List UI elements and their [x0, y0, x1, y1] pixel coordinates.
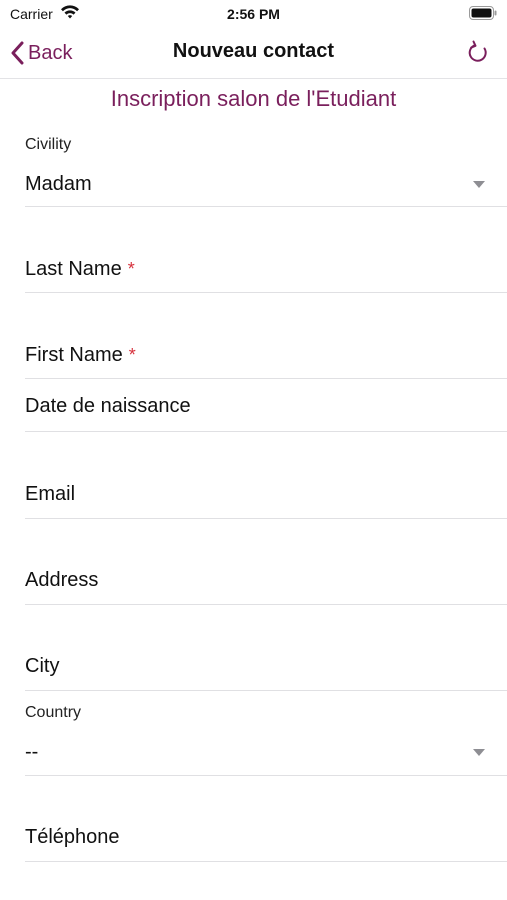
- refresh-icon[interactable]: [465, 40, 491, 66]
- required-marker: *: [127, 259, 135, 279]
- civility-label: Civility: [25, 136, 72, 153]
- birth-date-field[interactable]: Date de naissance: [25, 379, 507, 432]
- city-placeholder: City: [25, 655, 60, 677]
- clock-label: 2:56 PM: [227, 6, 280, 22]
- country-select[interactable]: Country --: [25, 691, 507, 776]
- phone-field[interactable]: Téléphone: [25, 776, 507, 862]
- form-header: Inscription salon de l'Etudiant: [110, 86, 397, 111]
- address-field[interactable]: Address: [25, 519, 507, 605]
- page-title: Nouveau contact: [172, 40, 335, 62]
- email-field[interactable]: Email: [25, 432, 507, 519]
- last-name-field[interactable]: Last Name *: [25, 207, 507, 293]
- status-bar: Carrier 2:56 PM: [0, 0, 507, 28]
- civility-value: Madam: [25, 173, 92, 195]
- last-name-placeholder: Last Name *: [25, 258, 135, 280]
- chevron-down-icon: [473, 749, 485, 756]
- country-label: Country: [25, 704, 82, 721]
- chevron-left-icon: [11, 41, 24, 65]
- city-field[interactable]: City: [25, 605, 507, 691]
- back-button[interactable]: Back: [10, 38, 72, 68]
- birth-date-placeholder: Date de naissance: [25, 395, 191, 417]
- civility-select[interactable]: Civility Madam: [25, 130, 507, 207]
- address-placeholder: Address: [25, 569, 99, 591]
- battery-icon: [469, 6, 497, 20]
- phone-placeholder: Téléphone: [25, 826, 120, 848]
- navigation-bar: Back Nouveau contact: [0, 28, 507, 79]
- first-name-field[interactable]: First Name *: [25, 293, 507, 379]
- chevron-down-icon: [473, 181, 485, 188]
- first-name-placeholder: First Name *: [25, 344, 136, 366]
- required-marker: *: [128, 345, 136, 365]
- email-placeholder: Email: [25, 483, 76, 505]
- country-value: --: [25, 741, 39, 763]
- back-label: Back: [28, 41, 73, 64]
